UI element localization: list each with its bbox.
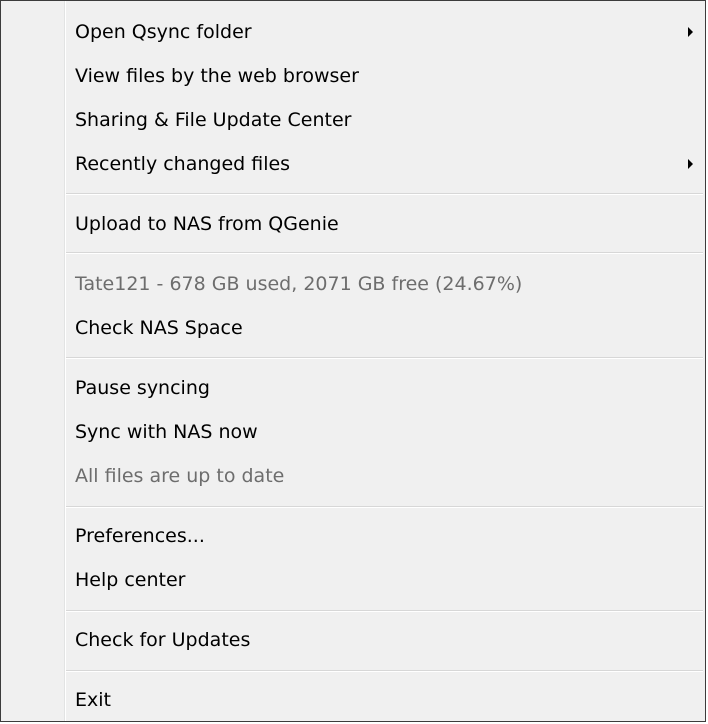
submenu-arrow-icon	[688, 27, 693, 37]
menu-item-label: Open Qsync folder	[75, 21, 252, 43]
menu-item-label: Upload to NAS from QGenie	[75, 213, 339, 235]
menu-item-view-files-web-browser[interactable]: View files by the web browser	[1, 54, 705, 98]
menu-separator	[66, 670, 703, 672]
menu-item-label: Help center	[75, 569, 186, 591]
menu-item-label: View files by the web browser	[75, 65, 359, 87]
menu-item-sync-status: All files are up to date	[1, 454, 705, 498]
menu-item-label: Pause syncing	[75, 377, 210, 399]
submenu-arrow-icon	[688, 159, 693, 169]
menu-item-preferences[interactable]: Preferences...	[1, 514, 705, 558]
menu-item-label: Preferences...	[75, 525, 205, 547]
menu-item-label: All files are up to date	[75, 465, 285, 487]
menu-separator	[66, 610, 703, 612]
menu-item-exit[interactable]: Exit	[1, 678, 705, 722]
menu-item-label: Check NAS Space	[75, 317, 243, 339]
menu-item-help-center[interactable]: Help center	[1, 558, 705, 602]
menu-separator	[66, 506, 703, 508]
context-menu: Open Qsync folder View files by the web …	[0, 0, 706, 722]
menu-item-sync-with-nas-now[interactable]: Sync with NAS now	[1, 410, 705, 454]
menu-item-check-nas-space[interactable]: Check NAS Space	[1, 306, 705, 350]
menu-item-nas-usage-status: Tate121 - 678 GB used, 2071 GB free (24.…	[1, 262, 705, 306]
menu-item-check-for-updates[interactable]: Check for Updates	[1, 618, 705, 662]
menu-item-open-qsync-folder[interactable]: Open Qsync folder	[1, 10, 705, 54]
menu-item-label: Tate121 - 678 GB used, 2071 GB free (24.…	[75, 273, 523, 295]
menu-separator	[66, 357, 703, 359]
menu-item-label: Recently changed files	[75, 153, 291, 175]
menu-item-sharing-file-update-center[interactable]: Sharing & File Update Center	[1, 98, 705, 142]
menu-item-label: Exit	[75, 689, 111, 711]
menu-item-label: Sharing & File Update Center	[75, 109, 352, 131]
menu-separator	[66, 252, 703, 254]
menu-item-label: Check for Updates	[75, 629, 251, 651]
menu-item-label: Sync with NAS now	[75, 421, 258, 443]
menu-separator	[66, 193, 703, 195]
menu-item-recently-changed-files[interactable]: Recently changed files	[1, 142, 705, 186]
menu-item-upload-to-nas-from-qgenie[interactable]: Upload to NAS from QGenie	[1, 202, 705, 246]
menu-item-pause-syncing[interactable]: Pause syncing	[1, 366, 705, 410]
